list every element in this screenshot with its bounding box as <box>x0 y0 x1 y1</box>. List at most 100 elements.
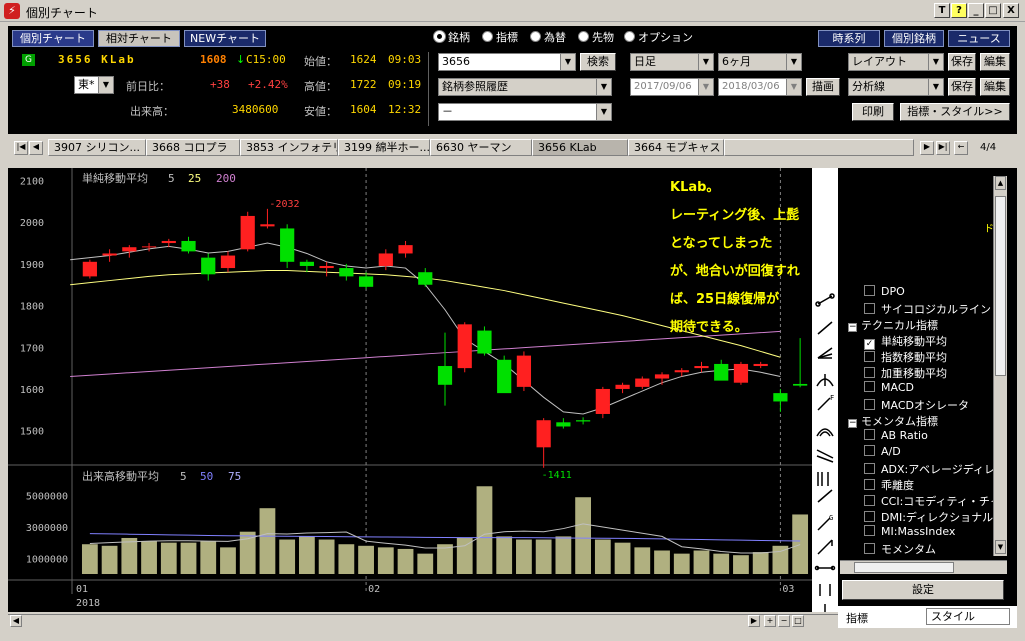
zoom-in-icon[interactable]: + <box>764 615 776 627</box>
arc-tool-icon[interactable] <box>816 374 834 387</box>
tree-item-checkbox[interactable]: MI:MassIndex <box>848 525 955 541</box>
tab-style[interactable]: スタイル <box>926 608 1010 625</box>
next-tab-icon[interactable]: ▶ <box>920 141 934 155</box>
maximize-button[interactable]: □ <box>985 3 1001 18</box>
scroll-left-icon[interactable]: ◀ <box>10 615 22 627</box>
help-button[interactable]: ? <box>951 3 967 18</box>
edit-layout-button[interactable]: 編集 <box>980 53 1010 71</box>
tab-indicators[interactable]: 指標 <box>846 610 868 626</box>
stock-list-button[interactable]: 個別銘柄 <box>884 30 944 47</box>
third-select[interactable]: － ▼ <box>438 103 612 121</box>
line-tool-2-icon[interactable] <box>817 489 833 503</box>
search-button[interactable]: 検索 <box>580 53 616 71</box>
ray-tool-icon[interactable] <box>817 539 833 555</box>
radio-index[interactable]: 指標 <box>482 29 518 45</box>
checkbox[interactable] <box>864 543 875 554</box>
prev-tab-icon[interactable]: ◀ <box>29 141 43 155</box>
fibonacci-retracement-icon[interactable]: F <box>817 394 834 411</box>
print-button[interactable]: 印刷 <box>852 103 894 121</box>
save-layout-button[interactable]: 保存 <box>948 53 976 71</box>
tree-item-checkbox[interactable]: MACDオシレータ <box>848 397 969 413</box>
tree-group[interactable]: − テクニカル指標 <box>848 317 938 333</box>
checkbox[interactable] <box>864 463 875 474</box>
radio-options[interactable]: オプション <box>624 29 693 45</box>
tab-individual-chart[interactable]: 個別チャート <box>12 30 94 47</box>
tree-item-checkbox[interactable]: MACD <box>848 381 914 397</box>
checkbox[interactable] <box>864 351 875 362</box>
tab-new-chart[interactable]: NEWチャート <box>184 30 266 47</box>
draw-button[interactable]: 描画 <box>806 78 840 96</box>
checkbox[interactable] <box>864 511 875 522</box>
checkbox[interactable] <box>864 303 875 314</box>
checkbox[interactable] <box>864 445 875 456</box>
hscroll-thumb[interactable] <box>854 562 954 573</box>
fibonacci-time-icon[interactable] <box>817 472 829 486</box>
tree-item-checkbox[interactable]: 加重移動平均 <box>848 365 947 381</box>
tree-item-checkbox[interactable]: 乖離度 <box>848 477 914 493</box>
back-icon[interactable]: ← <box>954 141 968 155</box>
scroll-up-icon[interactable]: ▲ <box>995 176 1006 190</box>
settings-button[interactable]: 設定 <box>842 580 1004 600</box>
tree-hscrollbar[interactable] <box>840 560 1007 574</box>
market-select[interactable]: 東* ▼ <box>74 76 114 94</box>
tree-item-checkbox[interactable]: DMI:ディレクショナル <box>848 509 993 525</box>
stock-tab[interactable]: 3668 コロプラ <box>146 139 240 156</box>
tree-item-checkbox[interactable]: ADX:アベレージディレ <box>848 461 995 477</box>
tab-relative-chart[interactable]: 相対チャート <box>98 30 180 47</box>
zoom-out-icon[interactable]: − <box>778 615 790 627</box>
analysis-select[interactable]: 分析線 ▼ <box>848 78 944 96</box>
checkbox[interactable] <box>864 285 875 296</box>
edit-analysis-button[interactable]: 編集 <box>980 78 1010 96</box>
chart-scrollbar[interactable]: ◀ ▶ + − □ <box>8 614 838 628</box>
stock-tab[interactable]: 3907 シリコン... <box>48 139 146 156</box>
stock-tab[interactable]: 3664 モブキャス <box>628 139 724 156</box>
chart-area[interactable]: 2100 2000 1900 1800 1700 1600 1500 5000000 30000… <box>8 168 812 612</box>
stock-tab-active[interactable]: 3656 KLab <box>532 139 628 156</box>
tree-item-checkbox[interactable]: 指数移動平均 <box>848 349 947 365</box>
save-analysis-button[interactable]: 保存 <box>948 78 976 96</box>
radio-futures[interactable]: 先物 <box>578 29 614 45</box>
timeseries-button[interactable]: 時系列 <box>818 30 880 47</box>
checkbox[interactable] <box>864 399 875 410</box>
first-tab-icon[interactable]: |◀ <box>14 141 28 155</box>
scroll-thumb[interactable] <box>995 196 1006 376</box>
range-select[interactable]: 6ヶ月 ▼ <box>718 53 802 71</box>
radio-stock[interactable]: 銘柄 <box>434 29 470 45</box>
tree-vscrollbar[interactable]: ▲ ▼ <box>993 176 1007 556</box>
history-select[interactable]: 銘柄参照履歴 ▼ <box>438 78 612 96</box>
scroll-down-icon[interactable]: ▼ <box>995 540 1006 554</box>
date-to[interactable]: 2018/03/06 ▼ <box>718 78 802 96</box>
interval-select[interactable]: 日足 ▼ <box>630 53 714 71</box>
gann-tool-icon[interactable]: G <box>817 514 833 531</box>
stock-code-input[interactable]: 3656 ▼ <box>438 53 576 71</box>
layout-select[interactable]: レイアウト ▼ <box>848 53 944 71</box>
checkbox[interactable] <box>864 525 875 536</box>
fit-icon[interactable]: □ <box>792 615 804 627</box>
radio-forex[interactable]: 為替 <box>530 29 566 45</box>
stock-tab[interactable]: 6630 ヤーマン <box>430 139 532 156</box>
collapse-icon[interactable]: − <box>848 419 857 428</box>
checkbox[interactable] <box>864 429 875 440</box>
tree-item-checkbox[interactable]: A/D <box>848 445 901 461</box>
checkbox[interactable] <box>864 479 875 490</box>
tree-item-checkbox[interactable]: AB Ratio <box>848 429 928 445</box>
checkbox[interactable] <box>864 381 875 392</box>
channel-tool-icon[interactable] <box>816 449 834 463</box>
collapse-icon[interactable]: − <box>848 323 857 332</box>
fibonacci-fan-icon[interactable] <box>817 347 833 359</box>
date-from[interactable]: 2017/09/06 ▼ <box>630 78 714 96</box>
checkbox[interactable] <box>864 495 875 506</box>
minimize-button[interactable]: _ <box>968 3 984 18</box>
tree-item-checkbox[interactable]: モメンタム <box>848 541 936 555</box>
stock-tab[interactable]: 3853 インフォテリ <box>240 139 338 156</box>
close-button[interactable]: X <box>1003 3 1019 18</box>
tree-item-checkbox[interactable]: CCI:コモディティ・チャ <box>848 493 1001 509</box>
parallel-lines-icon[interactable] <box>819 584 831 596</box>
horizontal-line-icon[interactable] <box>814 565 836 571</box>
indicator-style-button[interactable]: 指標・スタイル>> <box>900 103 1010 121</box>
tree-item-checkbox[interactable]: サイコロジカルライン <box>848 301 991 317</box>
tree-item-checkbox[interactable]: DPO <box>848 285 905 301</box>
last-tab-icon[interactable]: ▶| <box>936 141 950 155</box>
checkbox[interactable] <box>864 367 875 378</box>
line-tool-icon[interactable] <box>817 321 833 335</box>
